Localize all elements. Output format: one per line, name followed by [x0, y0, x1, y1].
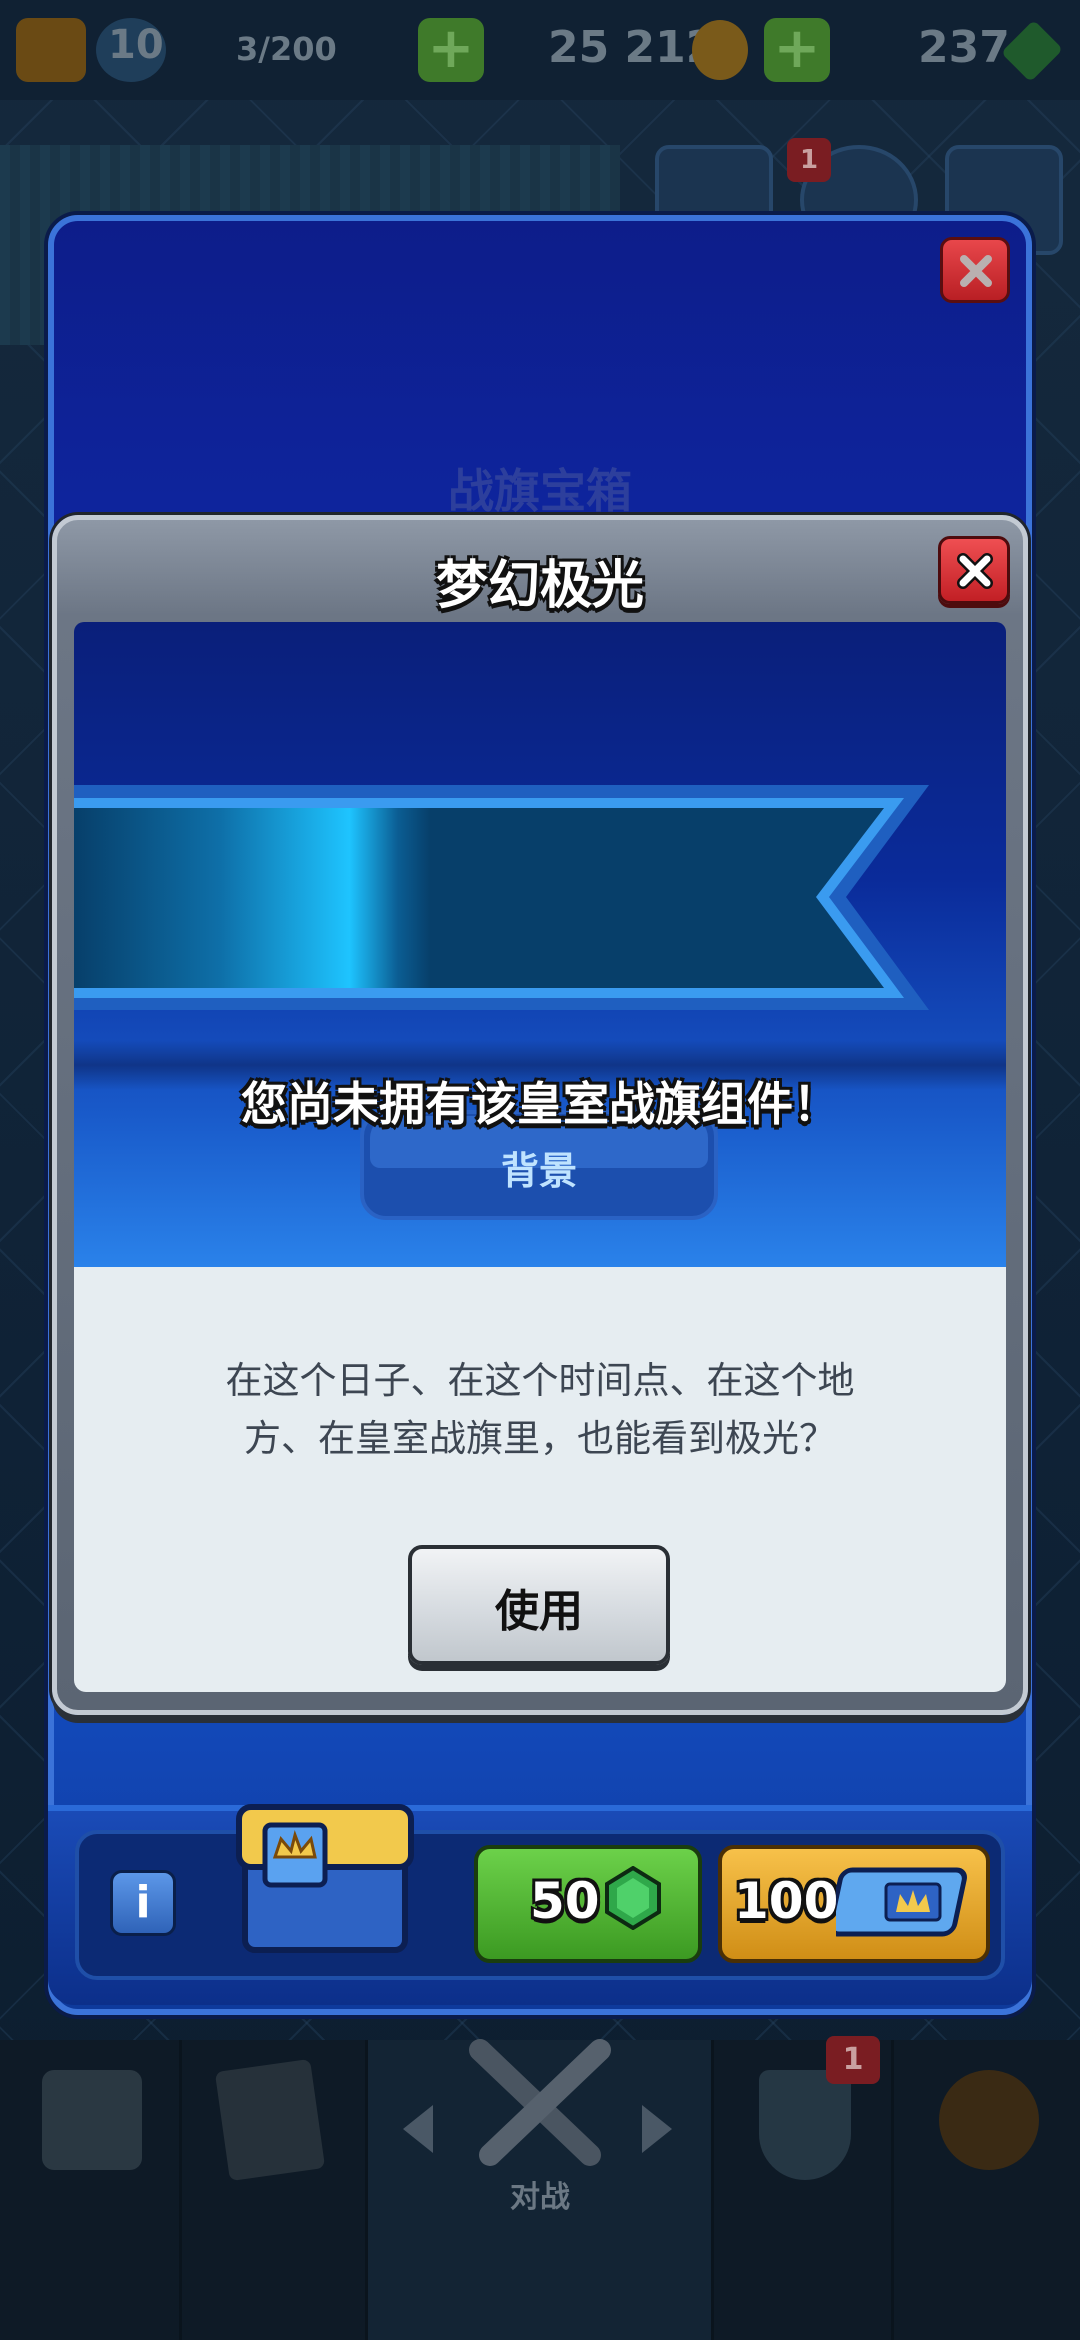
cards-icon [214, 2058, 326, 2182]
use-button-label: 使用 [495, 1586, 583, 1637]
modal-title: 梦幻极光 [435, 556, 644, 616]
clan-notification-badge: 1 [826, 2036, 880, 2084]
gem-icon [1000, 19, 1064, 83]
level-value: 10 [108, 22, 164, 68]
close-icon [960, 255, 992, 287]
trophy-count: 3/200 [236, 30, 337, 68]
gem-icon [605, 1866, 661, 1930]
shop-chest-icon [42, 2070, 142, 2170]
nav-battle-label: 对战 [510, 2180, 570, 2215]
nav-tab-cards[interactable] [182, 2040, 368, 2340]
nav-right-arrow-icon[interactable] [642, 2105, 672, 2153]
friends-notification-badge: 1 [787, 138, 831, 182]
item-description: 在这个日子、在这个时间点、在这个地 方、在皇室战旗里，也能看到极光？ [170, 1352, 910, 1468]
add-gold-button[interactable]: + [764, 18, 830, 82]
ticket-price: 100 [734, 1872, 839, 1930]
modal-close-button[interactable] [938, 536, 1010, 604]
not-owned-message: 您尚未拥有该皇室战旗组件！ [241, 1077, 839, 1131]
category-label: 背景 [500, 1149, 577, 1193]
nav-tab-shop[interactable] [0, 2040, 182, 2340]
info-button[interactable]: i [110, 1870, 176, 1936]
description-line-1: 在这个日子、在这个时间点、在这个地 [225, 1359, 855, 1402]
chest-title: 战旗宝箱 [448, 464, 632, 518]
nav-tab-events[interactable] [894, 2040, 1080, 2340]
nav-left-arrow-icon[interactable] [403, 2105, 433, 2153]
banner-ticket-icon [836, 1867, 967, 1937]
banner-background-preview [74, 785, 929, 1010]
description-line-2: 方、在皇室战旗里，也能看到极光？ [244, 1417, 836, 1460]
crossed-swords-icon [469, 2039, 611, 2166]
events-icon [939, 2070, 1039, 2170]
gold-coin-icon [692, 20, 748, 80]
clan-shield-icon [759, 2070, 851, 2180]
gem-count: 237 [918, 22, 1010, 73]
top-status-bar: 10 3/200 + 25 212 + 237 [0, 0, 1080, 100]
shop-icon[interactable] [16, 18, 86, 82]
banner-chest-icon [236, 1804, 414, 1953]
chest-close-button[interactable] [940, 237, 1010, 303]
gem-price: 50 [530, 1872, 600, 1930]
close-icon [957, 553, 993, 589]
nav-tab-clan[interactable] [714, 2040, 894, 2340]
add-trophy-button[interactable]: + [418, 18, 484, 82]
